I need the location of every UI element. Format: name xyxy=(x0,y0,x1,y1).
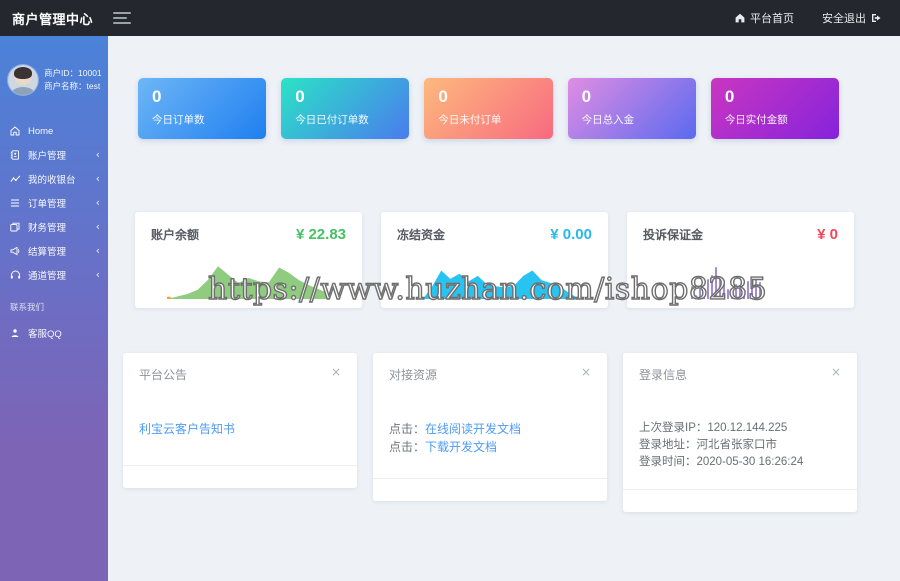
chevron-left-icon: ‹ xyxy=(95,172,100,185)
chevron-left-icon: ‹ xyxy=(95,268,100,281)
sidebar-item-label: 客服QQ xyxy=(28,329,62,340)
download-docs-link[interactable]: 下载开发文档 xyxy=(425,440,497,454)
address-book-icon xyxy=(10,150,22,160)
stats-row: 0 今日订单数 0 今日已付订单数 0 今日未付订单 0 今日总入金 0 今日实… xyxy=(138,78,840,139)
close-icon[interactable]: × xyxy=(831,366,841,378)
stat-card-total-inflow: 0 今日总入金 xyxy=(567,78,696,139)
logout-link[interactable]: 安全退出 xyxy=(822,10,882,26)
stat-card-unpaid-orders: 0 今日未付订单 xyxy=(424,78,553,139)
resource-row: 点击：下载开发文档 xyxy=(389,440,498,454)
chart-line-icon xyxy=(10,174,22,184)
merchant-id-value: 10001 xyxy=(78,68,102,78)
contact-section-label: 联系我们 xyxy=(10,302,45,312)
logout-label: 安全退出 xyxy=(822,13,866,25)
login-info-title: 登录信息 xyxy=(639,368,688,382)
stat-card-orders-today: 0 今日订单数 xyxy=(138,78,267,139)
announcement-link[interactable]: 利宝云客户告知书 xyxy=(139,422,235,436)
deposit-bar-chart xyxy=(691,265,767,299)
frozen-value: ¥ 0.00 xyxy=(550,226,592,243)
login-info-card: 登录信息 × 上次登录IP：120.12.144.225 登录地址：河北省张家口… xyxy=(623,353,857,512)
sidebar-item-label: 财务管理 xyxy=(28,223,67,234)
merchant-id-row: 商户ID：10001 xyxy=(44,68,102,78)
bullhorn-icon xyxy=(10,246,22,256)
chevron-left-icon: ‹ xyxy=(95,196,100,209)
card-footer-divider xyxy=(373,478,607,479)
balance-card: 账户余额 ¥ 22.83 xyxy=(135,212,362,308)
sidebar: 商户ID：10001 商户名称：test Home 账户管理 ‹ 我的收银台 ‹ xyxy=(0,36,108,581)
user-icon xyxy=(10,328,22,338)
resources-card: 对接资源 × 点击：在线阅读开发文档 点击：下载开发文档 xyxy=(373,353,607,501)
balance-area-chart xyxy=(166,257,331,300)
login-time: 登录时间：2020-05-30 16:26:24 xyxy=(639,456,804,468)
sidebar-item-settlement[interactable]: 结算管理 ‹ xyxy=(0,239,108,263)
close-icon[interactable]: × xyxy=(581,366,591,378)
sidebar-item-label: Home xyxy=(28,125,54,137)
sidebar-item-orders[interactable]: 订单管理 ‹ xyxy=(0,191,108,215)
sidebar-item-label: 我的收银台 xyxy=(28,175,76,186)
sidebar-menu: Home 账户管理 ‹ 我的收银台 ‹ 订单管理 ‹ 财务管理 ‹ 结算管理 ‹… xyxy=(0,119,108,345)
stat-label: 今日总入金 xyxy=(581,114,635,126)
copy-icon xyxy=(10,222,22,232)
frozen-funds-card: 冻结资金 ¥ 0.00 xyxy=(381,212,608,308)
sidebar-toggle-icon[interactable] xyxy=(109,8,135,28)
stat-value: 0 xyxy=(581,87,592,106)
sidebar-item-label: 通道管理 xyxy=(28,271,67,282)
chevron-left-icon: ‹ xyxy=(95,220,100,233)
stat-label: 今日订单数 xyxy=(152,114,205,126)
app-title[interactable]: 商户管理中心 xyxy=(0,9,93,28)
resource-row: 点击：在线阅读开发文档 xyxy=(389,422,522,436)
stat-card-paid-amount: 0 今日实付金额 xyxy=(710,78,840,139)
merchant-name-row: 商户名称：test xyxy=(44,81,101,91)
sidebar-item-label: 结算管理 xyxy=(28,247,67,258)
stat-value: 0 xyxy=(438,87,448,106)
sidebar-item-home[interactable]: Home xyxy=(0,119,108,143)
top-header: 商户管理中心 平台首页 安全退出 xyxy=(0,0,900,36)
home-icon xyxy=(735,13,745,23)
user-panel: 商户ID：10001 商户名称：test xyxy=(8,64,108,96)
stat-label: 今日未付订单 xyxy=(438,114,502,126)
stat-card-paid-orders: 0 今日已付订单数 xyxy=(281,78,410,139)
sidebar-item-finance[interactable]: 财务管理 ‹ xyxy=(0,215,108,239)
close-icon[interactable]: × xyxy=(331,366,341,378)
finance-row: 账户余额 ¥ 22.83 冻结资金 ¥ 0.00 投诉保证金 ¥ 0 xyxy=(135,212,854,308)
sidebar-item-cashier[interactable]: 我的收银台 ‹ xyxy=(0,167,108,191)
sidebar-item-channel[interactable]: 通道管理 ‹ xyxy=(0,263,108,287)
frozen-title: 冻结资金 xyxy=(397,228,446,242)
sign-out-icon xyxy=(871,13,882,23)
balance-title: 账户余额 xyxy=(151,228,200,242)
stat-value: 0 xyxy=(295,87,305,106)
card-footer-divider xyxy=(123,465,357,466)
stat-label: 今日实付金额 xyxy=(724,114,788,126)
frozen-area-chart xyxy=(423,257,578,299)
avatar xyxy=(8,65,38,95)
deposit-value: ¥ 0 xyxy=(817,226,838,243)
headset-icon xyxy=(10,270,22,280)
chevron-left-icon: ‹ xyxy=(95,244,100,257)
announcement-card: 平台公告 × 利宝云客户告知书 xyxy=(123,353,357,488)
info-row: 平台公告 × 利宝云客户告知书 对接资源 × 点击：在线阅读开发文档 点击：下载… xyxy=(123,353,857,512)
deposit-title: 投诉保证金 xyxy=(643,228,704,242)
last-login-ip: 上次登录IP：120.12.144.225 xyxy=(639,422,788,434)
stat-value: 0 xyxy=(724,87,735,106)
merchant-name-value: test xyxy=(86,81,101,91)
home-icon xyxy=(10,126,22,136)
stat-label: 今日已付订单数 xyxy=(295,114,369,126)
login-location: 登录地址：河北省张家口市 xyxy=(639,439,777,451)
platform-home-label: 平台首页 xyxy=(750,13,794,25)
card-footer-divider xyxy=(623,489,857,490)
announcement-title: 平台公告 xyxy=(139,368,188,382)
sidebar-item-account[interactable]: 账户管理 ‹ xyxy=(0,143,108,167)
balance-value: ¥ 22.83 xyxy=(295,226,346,243)
resources-title: 对接资源 xyxy=(389,368,438,382)
deposit-card: 投诉保证金 ¥ 0 xyxy=(627,212,854,308)
stat-value: 0 xyxy=(152,87,162,106)
chevron-left-icon: ‹ xyxy=(95,148,100,161)
platform-home-link[interactable]: 平台首页 xyxy=(735,10,794,26)
sidebar-item-label: 账户管理 xyxy=(28,151,67,162)
sidebar-item-qq[interactable]: 客服QQ xyxy=(0,321,108,345)
sidebar-item-label: 订单管理 xyxy=(28,199,67,210)
main-content: 0 今日订单数 0 今日已付订单数 0 今日未付订单 0 今日总入金 0 今日实… xyxy=(108,36,900,581)
read-docs-link[interactable]: 在线阅读开发文档 xyxy=(425,422,521,436)
list-icon xyxy=(10,198,22,208)
